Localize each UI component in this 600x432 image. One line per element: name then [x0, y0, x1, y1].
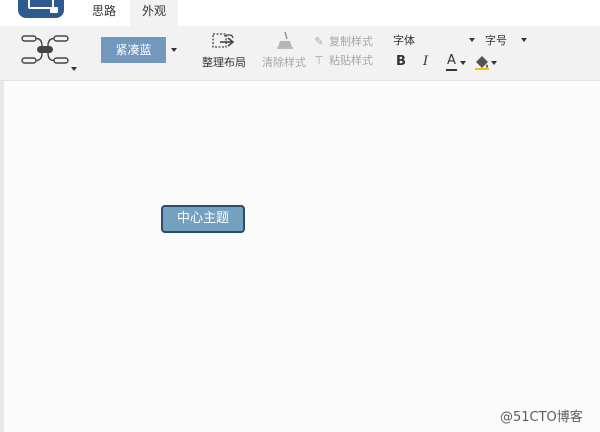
font-size-select[interactable]: 字号	[485, 32, 529, 48]
app-logo[interactable]	[18, 0, 64, 18]
copy-style-label: 复制样式	[329, 35, 373, 48]
structure-button[interactable]	[20, 31, 80, 75]
font-family-select[interactable]: 字体	[393, 32, 477, 48]
theme-button[interactable]: 紧凑蓝	[101, 37, 166, 63]
font-family-label: 字体	[393, 34, 415, 47]
arrange-layout-label: 整理布局	[202, 56, 246, 69]
chevron-down-icon	[521, 38, 527, 42]
font-color-button[interactable]: A	[445, 53, 469, 73]
mindmap-structure-icon	[21, 35, 69, 64]
clear-style-label: 清除样式	[262, 56, 306, 69]
font-size-label: 字号	[485, 34, 507, 47]
tab-ideas[interactable]: 思路	[80, 0, 128, 26]
clear-style-button[interactable]: 清除样式	[260, 30, 308, 72]
font-color-swatch	[446, 69, 457, 71]
paintbrush-icon: ✎	[314, 35, 324, 48]
eraser-icon	[277, 31, 293, 49]
mindmap-canvas[interactable]	[0, 81, 600, 432]
arrange-layout-icon	[212, 33, 235, 48]
bold-button[interactable]: B	[396, 54, 410, 72]
chevron-down-icon	[491, 61, 497, 65]
font-color-label: A	[447, 53, 456, 68]
tab-bar: 思路 外观	[0, 0, 600, 26]
chevron-down-icon	[460, 61, 466, 65]
paste-style-button[interactable]: ⊤ 粘贴样式	[312, 52, 373, 68]
tab-appearance[interactable]: 外观	[130, 0, 178, 26]
watermark: @51CTO博客	[500, 410, 583, 425]
chevron-down-icon	[71, 67, 77, 71]
arrange-layout-button[interactable]: 整理布局	[198, 30, 248, 72]
monitor-icon	[28, 0, 58, 13]
paint-bucket-icon	[475, 56, 489, 70]
central-topic-node[interactable]: 中心主题	[161, 205, 245, 233]
paste-style-label: 粘贴样式	[329, 54, 373, 67]
italic-button[interactable]: I	[423, 54, 437, 72]
fill-color-button[interactable]	[474, 53, 500, 73]
appearance-toolbar: 紧凑蓝 整理布局 清除样式 ✎ 复制样式 ⊤ 粘贴样式 字体 字号 B I A	[0, 26, 600, 81]
copy-style-button[interactable]: ✎ 复制样式	[312, 33, 373, 49]
theme-dropdown-icon[interactable]	[171, 48, 177, 52]
chevron-down-icon	[469, 38, 475, 42]
paint-roller-icon: ⊤	[314, 54, 324, 67]
